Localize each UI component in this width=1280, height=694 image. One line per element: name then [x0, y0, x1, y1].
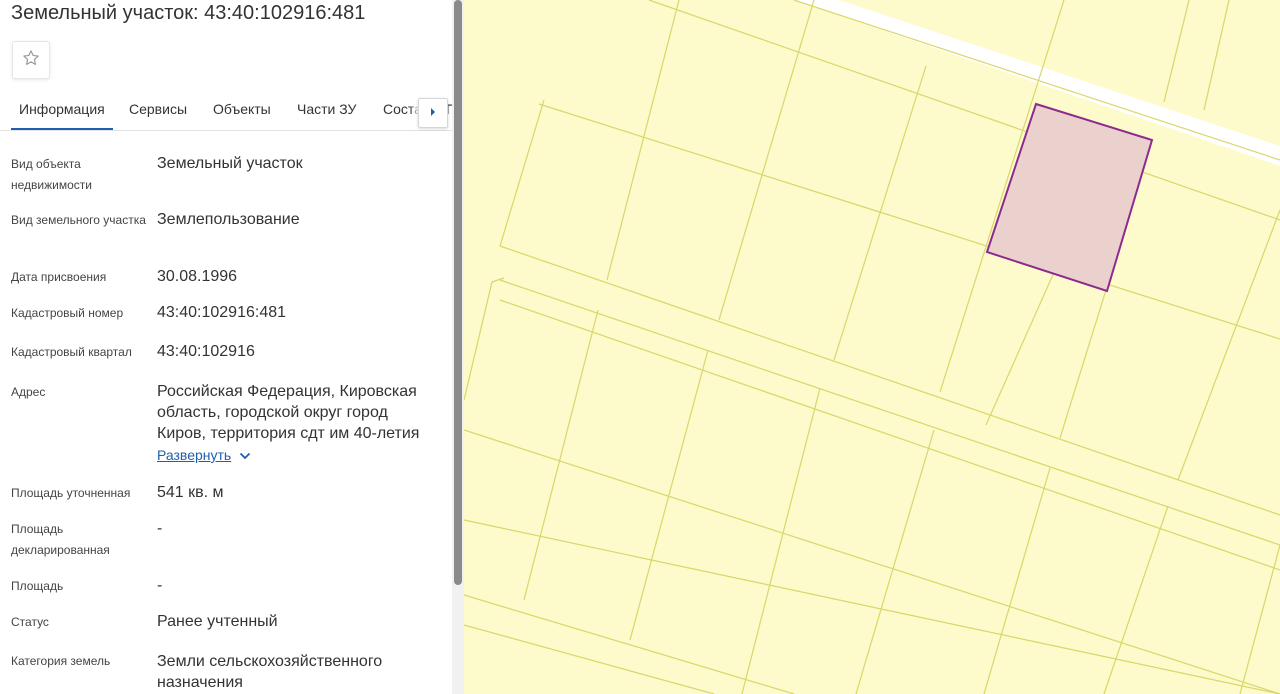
- value-parcel-type: Землепользование: [157, 211, 300, 228]
- value-object-type: Земельный участок: [157, 155, 303, 172]
- label-object-type: Вид объекта недвижимости: [11, 157, 92, 192]
- label-area-refined: Площадь уточненная: [11, 486, 131, 500]
- star-outline-icon: [22, 49, 40, 72]
- page-title: Земельный участок: 43:40:102916:481: [11, 2, 366, 24]
- scrollbar-thumb[interactable]: [454, 0, 462, 585]
- map-background: [464, 0, 1280, 694]
- value-area-refined: 541 кв. м: [157, 484, 224, 501]
- label-cadastral-block: Кадастровый квартал: [11, 345, 132, 359]
- label-land-category: Категория земель: [11, 654, 111, 668]
- tab-information[interactable]: Информация: [11, 90, 113, 130]
- chevron-down-icon: [239, 447, 251, 463]
- label-cadastral-number: Кадастровый номер: [11, 306, 124, 320]
- favorite-button[interactable]: [12, 41, 50, 79]
- label-parcel-type: Вид земельного участка: [11, 213, 146, 227]
- value-area: -: [157, 577, 163, 594]
- value-area-declared: -: [157, 520, 163, 537]
- label-status: Статус: [11, 615, 49, 629]
- value-land-category: Земли сельскохозяйственного назначения: [157, 653, 383, 691]
- value-status: Ранее учтенный: [157, 613, 278, 630]
- chevron-right-icon: [429, 104, 437, 122]
- expand-address-link[interactable]: Развернуть: [157, 447, 251, 463]
- expand-label: Развернуть: [157, 447, 232, 463]
- label-area-declared: Площадь декларированная: [11, 522, 110, 557]
- value-cadastral-number: 43:40:102916:481: [157, 304, 287, 321]
- tab-objects[interactable]: Объекты: [213, 90, 271, 128]
- label-assigned-date: Дата присвоения: [11, 270, 107, 284]
- tab-parts[interactable]: Части ЗУ: [297, 90, 356, 128]
- value-address: Российская Федерация, Кировская область,…: [157, 383, 420, 442]
- tabs-scroll-right-button[interactable]: [418, 98, 448, 128]
- label-area: Площадь: [11, 579, 64, 593]
- value-assigned-date: 30.08.1996: [157, 268, 238, 285]
- panel-scrollbar[interactable]: [452, 0, 464, 694]
- tab-bar: Информация Сервисы Объекты Части ЗУ Сост…: [0, 90, 452, 131]
- map-canvas[interactable]: [464, 0, 1280, 694]
- info-panel: Земельный участок: 43:40:102916:481 Инфо…: [0, 0, 452, 694]
- value-cadastral-block: 43:40:102916: [157, 343, 255, 360]
- label-address: Адрес: [11, 385, 46, 399]
- tab-services[interactable]: Сервисы: [129, 90, 187, 128]
- cadastral-map[interactable]: [464, 0, 1280, 694]
